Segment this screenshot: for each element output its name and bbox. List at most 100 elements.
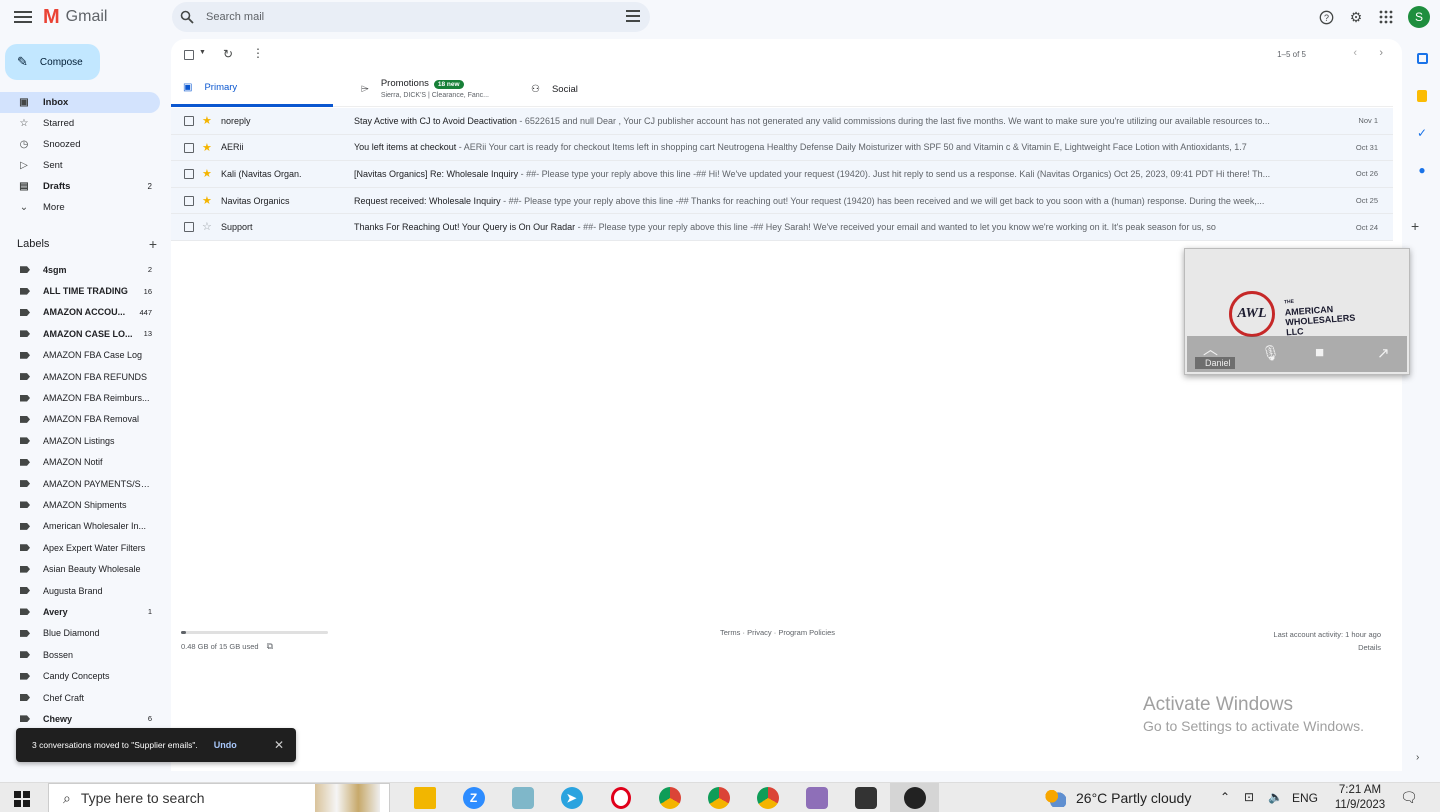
label-item[interactable]: Chewy 6 [0,708,170,729]
row-checkbox[interactable] [184,169,194,180]
tab-promotions[interactable]: ⌲ Promotions 18 new Sierra, DICK'S | Clea… [349,71,509,107]
calendar-icon[interactable] [1404,40,1440,77]
telegram-icon[interactable]: ➤ [547,783,596,812]
external-link-icon[interactable]: ⧉ [267,641,273,651]
star-icon[interactable]: ☆ [202,220,212,233]
expand-icon[interactable]: ↗ [1377,344,1390,362]
tab-primary[interactable]: ▣ Primary [171,71,333,107]
label-item[interactable]: Asian Beauty Wholesale [0,558,170,579]
weather-widget[interactable]: 26°C Partly cloudy [1044,789,1191,807]
chevron-right-icon[interactable]: › [1379,47,1383,59]
tab-social[interactable]: ⚇ Social [519,71,639,107]
label-item[interactable]: AMAZON FBA Reimburs... [0,387,170,408]
main-menu-icon[interactable] [14,8,34,28]
label-item[interactable]: Apex Expert Water Filters [0,537,170,558]
video-call-window[interactable]: AWL THE AMERICAN WHOLESALERS LLC ︿ 🎙 ■ ↗… [1184,248,1410,375]
chevron-left-icon[interactable]: ‹ [1353,47,1357,59]
select-dropdown-icon[interactable]: ▼ [199,49,206,56]
mic-muted-icon[interactable]: 🎙 [1261,344,1280,362]
star-icon[interactable]: ★ [202,141,212,154]
settings-gear-icon[interactable]: ⚙ [1346,7,1366,27]
undo-button[interactable]: Undo [214,740,237,750]
email-row[interactable]: ☆ Support Thanks For Reaching Out! Your Qu… [171,214,1393,241]
notifications-icon[interactable]: 🗨 [1400,789,1418,806]
file-explorer-icon[interactable] [400,783,449,812]
details-link[interactable]: Details [1273,641,1381,654]
sidebar-item-snoozed[interactable]: ◷ Snoozed [0,134,160,155]
camera-icon[interactable]: ■ [1315,344,1324,361]
help-icon[interactable]: ? [1316,7,1336,27]
label-item[interactable]: AMAZON Listings [0,430,170,451]
star-icon[interactable]: ★ [202,167,212,180]
label-item[interactable]: 4sgm 2 [0,259,170,280]
snipping-tool-icon[interactable] [890,783,939,812]
tasks-icon[interactable]: ✓ [1404,114,1440,151]
apps-grid-icon[interactable] [1376,7,1396,27]
email-row[interactable]: ★ AERii You left items at checkout - AERii… [171,134,1393,162]
label-item[interactable]: AMAZON FBA Case Log [0,345,170,366]
zoom-icon[interactable]: Z [449,783,498,812]
label-item[interactable]: AMAZON CASE LO... 13 [0,323,170,344]
network-icon[interactable]: ⊡ [1244,790,1254,804]
label-item[interactable]: American Wholesaler In... [0,516,170,537]
more-options-icon[interactable]: ⋮ [252,46,264,60]
sidebar-item-sent[interactable]: ▷ Sent [0,155,160,176]
star-icon[interactable]: ★ [202,114,212,127]
account-avatar[interactable]: S [1408,6,1430,28]
search-bar[interactable] [172,2,650,32]
row-checkbox[interactable] [184,116,194,126]
select-all-checkbox[interactable] [184,50,194,60]
search-options-icon[interactable] [626,10,640,22]
close-icon[interactable]: ✕ [274,738,284,752]
sidebar-item-starred[interactable]: ☆ Starred [0,113,160,134]
label-item[interactable]: ALL TIME TRADING 16 [0,280,170,301]
email-row[interactable]: ★ Kali (Navitas Organ. [Navitas Organics] … [171,161,1393,188]
label-item[interactable]: Avery 1 [0,601,170,622]
gmail-logo[interactable]: M Gmail [43,7,107,27]
sidebar-item-drafts[interactable]: ▤ Drafts 2 [0,176,160,197]
label-item[interactable]: Augusta Brand [0,580,170,601]
footer-links[interactable]: Terms · Privacy · Program Policies [720,628,835,637]
row-checkbox[interactable] [184,222,194,233]
email-row[interactable]: ★ noreply Stay Active with CJ to Avoid Dea… [171,108,1393,135]
email-row[interactable]: ★ Navitas Organics Request received: Whole… [171,187,1393,215]
label-item[interactable]: Candy Concepts [0,665,170,686]
label-item[interactable]: Chef Craft [0,687,170,708]
language-indicator[interactable]: ENG [1292,791,1318,805]
refresh-icon[interactable]: ↻ [223,47,233,61]
notepad-icon[interactable] [498,783,547,812]
label-item[interactable]: AMAZON Shipments [0,494,170,515]
label-item[interactable]: AMAZON FBA Removal [0,409,170,430]
chevron-up-icon[interactable]: ︿ [1203,338,1218,359]
label-item[interactable]: Bossen [0,644,170,665]
row-checkbox[interactable] [184,142,194,153]
add-label-icon[interactable]: + [149,236,157,252]
label-item[interactable]: AMAZON Notif [0,452,170,473]
compose-button[interactable]: ✎ Compose [5,44,100,80]
label-item[interactable]: AMAZON FBA REFUNDS [0,366,170,387]
sidebar-item-more[interactable]: ⌄ More [0,197,160,218]
clock[interactable]: 7:21 AM 11/9/2023 [1330,783,1390,812]
label-tag-icon [20,651,30,659]
chrome-profile-a-icon[interactable] [694,783,743,812]
windows-start-icon[interactable] [14,791,30,807]
game-app-icon[interactable] [792,783,841,812]
chrome-profile-r-icon[interactable] [743,783,792,812]
keep-icon[interactable] [1404,77,1440,114]
chrome-profile-z-icon[interactable] [645,783,694,812]
sidebar-item-inbox[interactable]: ▣ Inbox [0,92,160,113]
chevron-up-icon[interactable]: ⌃ [1220,790,1230,804]
add-addon-icon[interactable]: + [1411,218,1419,234]
label-item[interactable]: AMAZON ACCOU... 447 [0,302,170,323]
row-checkbox[interactable] [184,195,194,206]
hide-panel-icon[interactable]: › [1416,752,1419,763]
search-icon[interactable] [180,10,194,24]
star-icon[interactable]: ★ [202,194,212,207]
opera-icon[interactable] [596,783,645,812]
calculator-icon[interactable] [841,783,890,812]
volume-icon[interactable]: 🔈 [1268,790,1283,804]
contacts-icon[interactable]: ● [1404,151,1440,188]
label-item[interactable]: Blue Diamond [0,623,170,644]
search-input[interactable] [206,11,606,23]
label-item[interactable]: AMAZON PAYMENTS/SE... [0,473,170,494]
